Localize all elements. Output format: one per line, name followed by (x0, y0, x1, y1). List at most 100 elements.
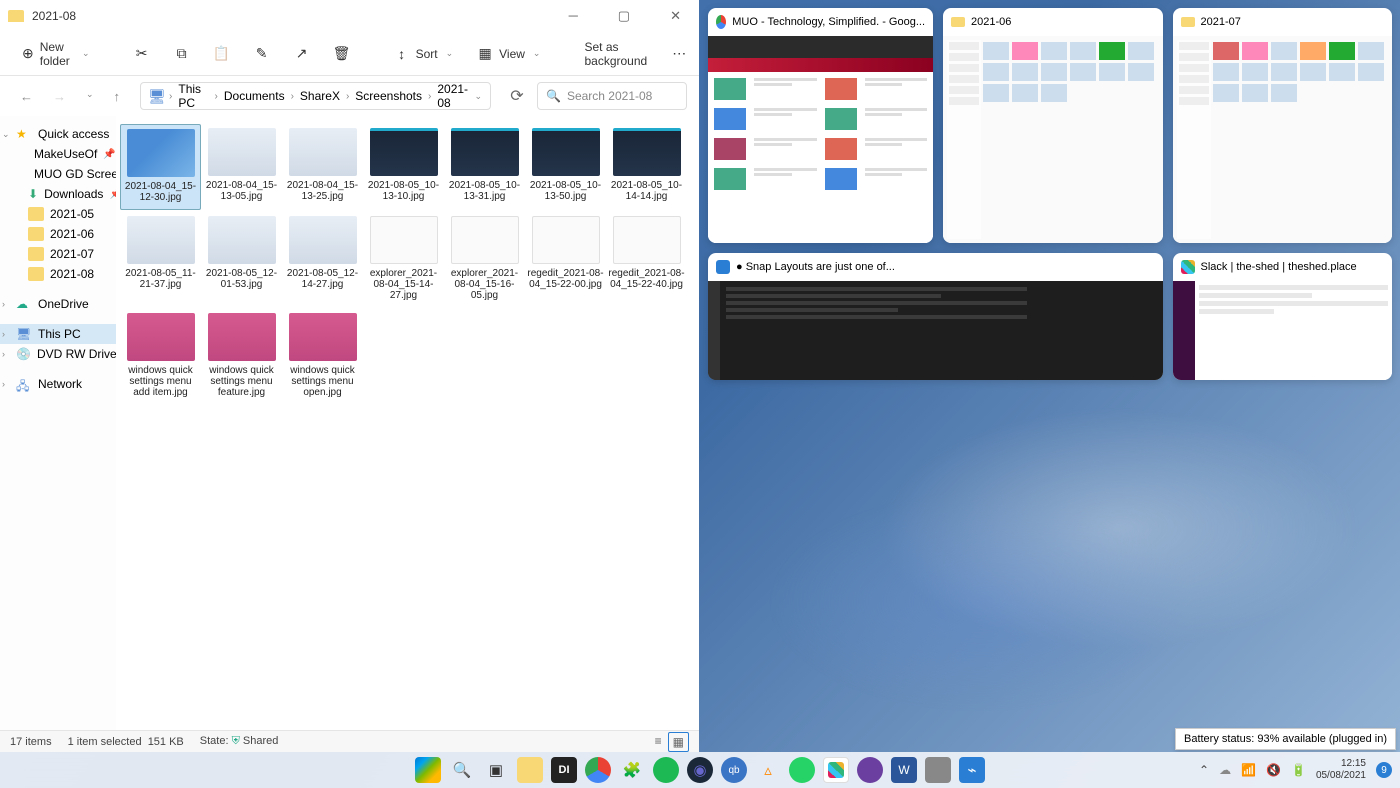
file-item[interactable]: 2021-08-05_10-13-10.jpg (363, 124, 444, 210)
breadcrumb-item[interactable]: Screenshots (353, 87, 424, 105)
refresh-button[interactable]: ⟳ (510, 86, 523, 106)
search-input[interactable]: 🔍 Search 2021-08 (537, 82, 687, 110)
file-item[interactable]: regedit_2021-08-04_15-22-00.jpg (525, 212, 606, 307)
taskbar-steam[interactable]: ◉ (687, 757, 713, 783)
sidebar-dvd-drive[interactable]: › 💿 DVD RW Drive (D:) A (0, 344, 116, 364)
tray-volume-icon[interactable]: 🔇 (1266, 763, 1281, 777)
file-item[interactable]: regedit_2021-08-04_15-22-40.jpg (606, 212, 687, 307)
slack-icon (1181, 260, 1195, 274)
cut-button[interactable]: ✂ (124, 40, 160, 68)
sidebar-quick-access[interactable]: ⌄ ★ Quick access (0, 124, 116, 144)
notification-badge[interactable]: 9 (1376, 762, 1392, 778)
breadcrumb-item[interactable]: Documents (222, 87, 287, 105)
breadcrumb-item[interactable]: 2021-08 (435, 80, 470, 112)
file-item[interactable]: 2021-08-05_11-21-37.jpg (120, 212, 201, 307)
sidebar-onedrive[interactable]: › ☁ OneDrive (0, 294, 116, 314)
file-item[interactable]: 2021-08-05_12-14-27.jpg (282, 212, 363, 307)
file-thumbnail (289, 216, 357, 264)
taskbar-explorer[interactable] (517, 757, 543, 783)
taskbar-word[interactable]: W (891, 757, 917, 783)
snap-card-slack[interactable]: Slack | the-shed | theshed.place (1173, 253, 1393, 380)
taskbar-app-purple[interactable] (857, 757, 883, 783)
taskbar-extension[interactable]: 🧩 (619, 757, 645, 783)
taskbar-app[interactable] (925, 757, 951, 783)
file-item[interactable]: 2021-08-05_10-13-31.jpg (444, 124, 525, 210)
file-item[interactable]: explorer_2021-08-04_15-14-27.jpg (363, 212, 444, 307)
snap-card-chrome[interactable]: MUO - Technology, Simplified. - Goog... (708, 8, 933, 243)
file-item[interactable]: 2021-08-04_15-13-25.jpg (282, 124, 363, 210)
forward-button[interactable]: → (49, 85, 70, 108)
tray-battery-icon[interactable]: 🔋 (1291, 763, 1306, 777)
snap-card-folder-2021-06[interactable]: 2021-06 (943, 8, 1163, 243)
file-thumbnail (208, 128, 276, 176)
file-item[interactable]: explorer_2021-08-04_15-16-05.jpg (444, 212, 525, 307)
snap-card-folder-2021-07[interactable]: 2021-07 (1173, 8, 1393, 243)
sidebar-item[interactable]: MUO GD Scree📌 (0, 164, 116, 184)
task-view-button[interactable]: ▣ (483, 757, 509, 783)
breadcrumb-item[interactable]: This PC (176, 80, 210, 112)
file-item[interactable]: windows quick settings menu add item.jpg (120, 309, 201, 404)
tray-wifi-icon[interactable]: 📶 (1241, 763, 1256, 777)
close-button[interactable]: ✕ (660, 4, 691, 28)
share-button[interactable]: ↗ (284, 40, 320, 68)
file-item[interactable]: windows quick settings menu open.jpg (282, 309, 363, 404)
sidebar-this-pc[interactable]: › 🖥 This PC (0, 324, 116, 344)
file-name: 2021-08-05_10-14-14.jpg (608, 180, 685, 202)
file-item[interactable]: 2021-08-04_15-13-05.jpg (201, 124, 282, 210)
sidebar-item[interactable]: 2021-05 (0, 204, 116, 224)
file-item[interactable]: 2021-08-05_12-01-53.jpg (201, 212, 282, 307)
file-grid[interactable]: 2021-08-04_15-12-30.jpg2021-08-04_15-13-… (116, 116, 699, 730)
taskbar-spotify[interactable] (653, 757, 679, 783)
taskbar-qbittorrent[interactable]: qb (721, 757, 747, 783)
set-background-button[interactable]: Set as background (574, 34, 657, 74)
sidebar-item[interactable]: ⬇Downloads📌 (0, 184, 116, 204)
file-item[interactable]: 2021-08-05_10-13-50.jpg (525, 124, 606, 210)
navbar: ← → ⌄ ↑ 🖥 › This PC › Documents › ShareX… (0, 76, 699, 116)
more-button[interactable]: ⋯ (661, 40, 697, 68)
taskbar-vscode[interactable]: ⌁ (959, 757, 985, 783)
sidebar-network[interactable]: › 🖧 Network (0, 374, 116, 394)
taskbar-chrome[interactable] (585, 757, 611, 783)
taskbar-clock[interactable]: 12:15 05/08/2021 (1316, 758, 1366, 782)
folder-icon (8, 10, 24, 22)
file-item[interactable]: 2021-08-05_10-14-14.jpg (606, 124, 687, 210)
maximize-button[interactable]: ▢ (608, 4, 640, 28)
view-button[interactable]: ▦ View ⌄ (467, 40, 550, 68)
breadcrumb-item[interactable]: ShareX (298, 87, 342, 105)
folder-icon (951, 17, 965, 27)
chevron-down-icon[interactable]: ⌄ (474, 91, 482, 102)
new-folder-button[interactable]: ⊕ New folder ⌄ (12, 34, 100, 74)
address-bar[interactable]: 🖥 › This PC › Documents › ShareX › Scree… (140, 82, 491, 110)
taskbar-whatsapp[interactable] (789, 757, 815, 783)
toolbar: ⊕ New folder ⌄ ✂ ⧉ 📋 ✎ ↗ 🗑 ↕ Sort ⌄ ▦ Vi… (0, 32, 699, 76)
delete-button[interactable]: 🗑 (324, 40, 360, 68)
copy-button[interactable]: ⧉ (164, 40, 200, 68)
tray-chevron-icon[interactable]: ⌃ (1199, 763, 1209, 777)
recent-button[interactable]: ⌄ (82, 85, 98, 108)
taskbar-vlc[interactable]: ▵ (755, 757, 781, 783)
snap-card-vscode[interactable]: ● Snap Layouts are just one of... (708, 253, 1163, 380)
file-name: 2021-08-04_15-13-25.jpg (284, 180, 361, 202)
minimize-button[interactable]: ─ (559, 4, 588, 28)
file-thumbnail (532, 128, 600, 176)
search-button[interactable]: 🔍 (449, 757, 475, 783)
back-button[interactable]: ← (16, 85, 37, 108)
sort-button[interactable]: ↕ Sort ⌄ (384, 40, 464, 68)
sidebar-item[interactable]: 2021-08 (0, 264, 116, 284)
up-button[interactable]: ↑ (110, 85, 125, 108)
titlebar[interactable]: 2021-08 ─ ▢ ✕ (0, 0, 699, 32)
rename-button[interactable]: ✎ (244, 40, 280, 68)
paste-button[interactable]: 📋 (204, 40, 240, 68)
taskbar-slack[interactable] (823, 757, 849, 783)
file-item[interactable]: windows quick settings menu feature.jpg (201, 309, 282, 404)
file-item[interactable]: 2021-08-04_15-12-30.jpg (120, 124, 201, 210)
tray-onedrive-icon[interactable]: ☁ (1219, 763, 1231, 777)
view-details-button[interactable]: ≡ (651, 732, 666, 752)
start-button[interactable] (415, 757, 441, 783)
snap-preview (1173, 36, 1393, 243)
sidebar-item[interactable]: 2021-06 (0, 224, 116, 244)
view-thumbnails-button[interactable]: ▦ (668, 732, 689, 752)
taskbar-app-di[interactable]: DI (551, 757, 577, 783)
sidebar-item[interactable]: MakeUseOf📌 (0, 144, 116, 164)
sidebar-item[interactable]: 2021-07 (0, 244, 116, 264)
